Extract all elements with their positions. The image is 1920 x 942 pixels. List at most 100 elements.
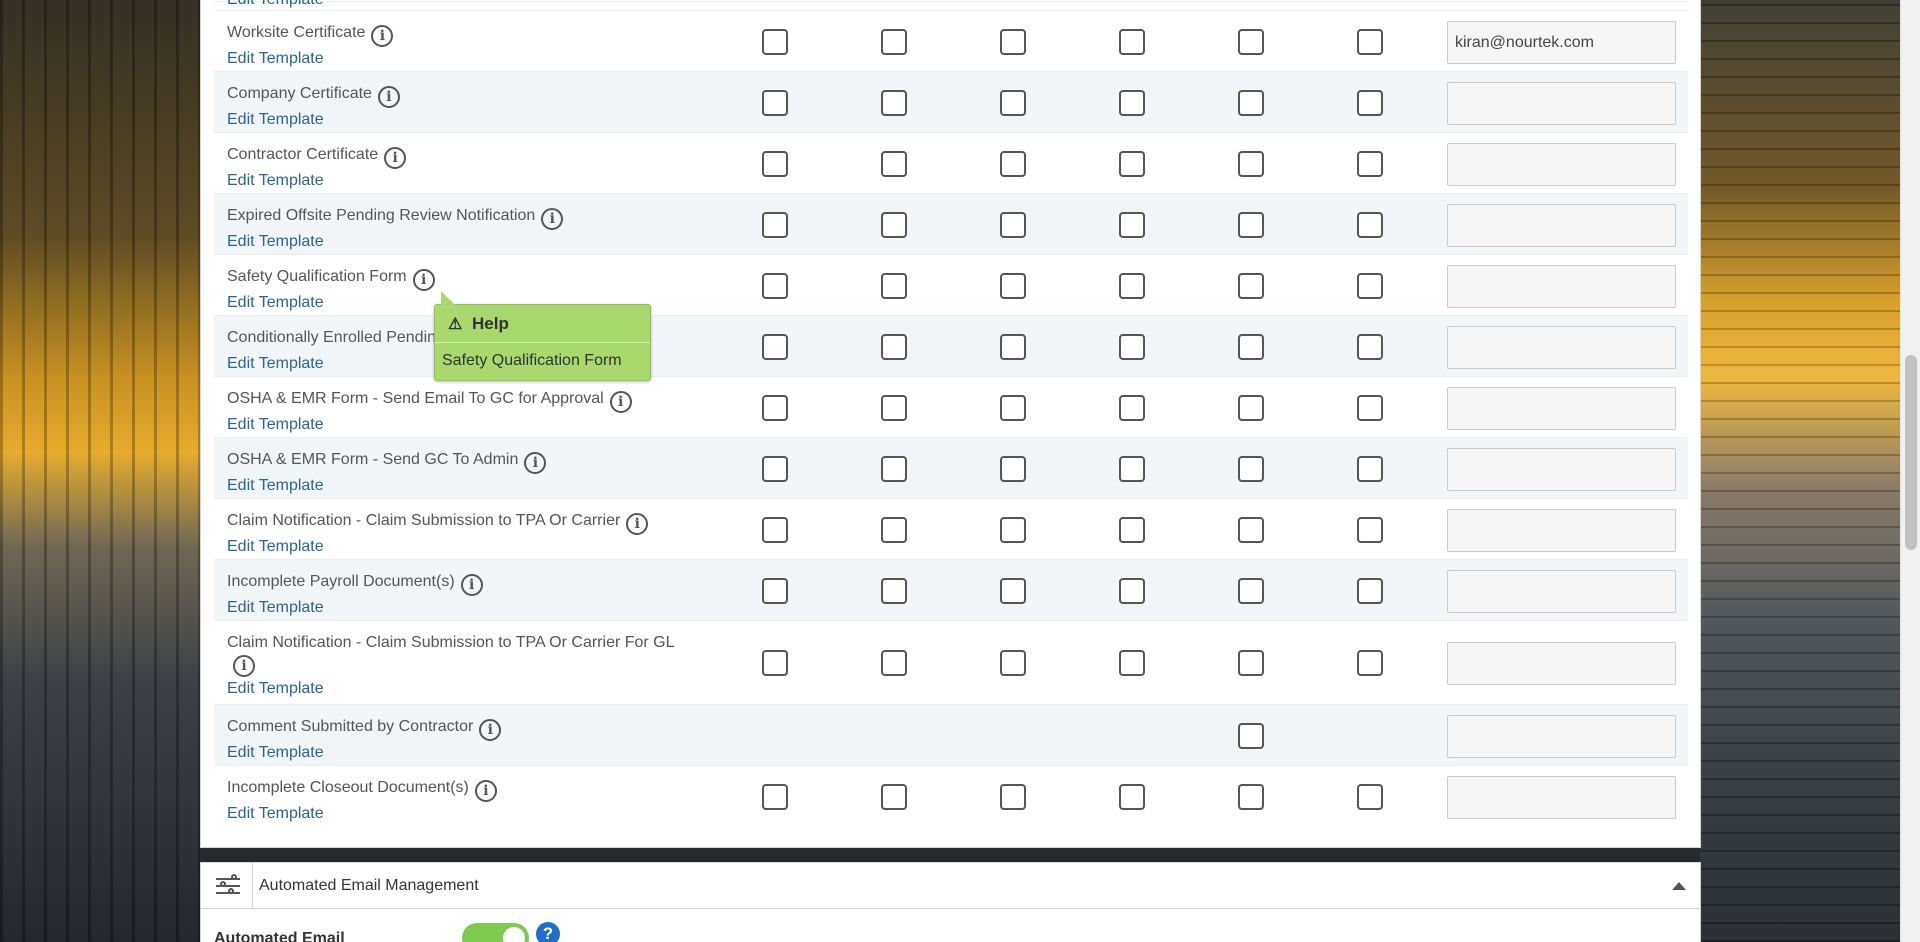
- notification-checkbox[interactable]: [1357, 212, 1383, 238]
- notification-checkbox[interactable]: [1357, 90, 1383, 116]
- notification-checkbox[interactable]: [1000, 650, 1026, 676]
- notification-checkbox[interactable]: [881, 273, 907, 299]
- notification-checkbox[interactable]: [762, 784, 788, 810]
- notification-checkbox[interactable]: [881, 212, 907, 238]
- info-icon[interactable]: i: [384, 147, 407, 169]
- notification-checkbox[interactable]: [1238, 578, 1264, 604]
- notification-checkbox[interactable]: [1119, 90, 1145, 116]
- notification-checkbox[interactable]: [881, 456, 907, 482]
- email-input[interactable]: [1447, 204, 1676, 247]
- scrollbar-thumb[interactable]: [1905, 355, 1917, 550]
- email-input[interactable]: [1447, 715, 1676, 758]
- notification-checkbox[interactable]: [762, 151, 788, 177]
- notification-checkbox[interactable]: [762, 334, 788, 360]
- email-input[interactable]: [1447, 448, 1676, 491]
- info-icon[interactable]: i: [626, 513, 649, 535]
- notification-checkbox[interactable]: [1119, 395, 1145, 421]
- notification-checkbox[interactable]: [881, 395, 907, 421]
- automated-email-toggle[interactable]: [462, 923, 529, 942]
- notification-checkbox[interactable]: [762, 273, 788, 299]
- info-icon[interactable]: i: [609, 391, 632, 413]
- notification-checkbox[interactable]: [1119, 151, 1145, 177]
- notification-checkbox[interactable]: [1238, 212, 1264, 238]
- info-icon[interactable]: i: [233, 655, 255, 677]
- edit-template-link[interactable]: Edit Template: [227, 169, 677, 192]
- notification-checkbox[interactable]: [1119, 334, 1145, 360]
- notification-checkbox[interactable]: [1238, 90, 1264, 116]
- notification-checkbox[interactable]: [1119, 578, 1145, 604]
- notification-checkbox[interactable]: [1000, 29, 1026, 55]
- edit-template-link[interactable]: Edit Template: [227, 535, 677, 558]
- edit-template-link[interactable]: Edit Template: [227, 677, 687, 700]
- info-icon[interactable]: i: [541, 208, 564, 230]
- notification-checkbox[interactable]: [881, 650, 907, 676]
- edit-template-link[interactable]: Edit Template: [227, 413, 677, 436]
- notification-checkbox[interactable]: [1357, 517, 1383, 543]
- info-icon[interactable]: i: [371, 25, 394, 47]
- info-icon[interactable]: i: [412, 269, 435, 291]
- notification-checkbox[interactable]: [1238, 517, 1264, 543]
- notification-checkbox[interactable]: [1357, 395, 1383, 421]
- info-icon[interactable]: i: [479, 719, 502, 741]
- edit-template-link[interactable]: Edit Template: [227, 474, 677, 497]
- edit-template-link[interactable]: Edit Template: [227, 741, 677, 764]
- notification-checkbox[interactable]: [762, 395, 788, 421]
- notification-checkbox[interactable]: [1119, 456, 1145, 482]
- notification-checkbox[interactable]: [762, 517, 788, 543]
- info-icon[interactable]: i: [524, 452, 547, 474]
- edit-template-link[interactable]: Edit Template: [227, 47, 677, 70]
- notification-checkbox[interactable]: [881, 151, 907, 177]
- email-input[interactable]: [1447, 326, 1676, 369]
- vertical-scrollbar[interactable]: [1900, 0, 1920, 942]
- email-input[interactable]: [1447, 143, 1676, 186]
- notification-checkbox[interactable]: [1000, 151, 1026, 177]
- notification-checkbox[interactable]: [1119, 784, 1145, 810]
- notification-checkbox[interactable]: [762, 212, 788, 238]
- notification-checkbox[interactable]: [1238, 29, 1264, 55]
- notification-checkbox[interactable]: [762, 29, 788, 55]
- notification-checkbox[interactable]: [1000, 784, 1026, 810]
- collapse-caret-icon[interactable]: [1672, 882, 1686, 890]
- notification-checkbox[interactable]: [1357, 334, 1383, 360]
- section-header[interactable]: Automated Email Management: [201, 863, 1700, 909]
- notification-checkbox[interactable]: [1238, 273, 1264, 299]
- notification-checkbox[interactable]: [1357, 578, 1383, 604]
- notification-checkbox[interactable]: [1000, 90, 1026, 116]
- notification-checkbox[interactable]: [1119, 650, 1145, 676]
- edit-template-link[interactable]: Edit Template: [227, 596, 677, 619]
- email-input[interactable]: [1447, 642, 1676, 685]
- notification-checkbox[interactable]: [762, 456, 788, 482]
- notification-checkbox[interactable]: [881, 29, 907, 55]
- email-input[interactable]: [1447, 509, 1676, 552]
- notification-checkbox[interactable]: [1357, 784, 1383, 810]
- notification-checkbox[interactable]: [1357, 29, 1383, 55]
- email-input[interactable]: [1447, 265, 1676, 308]
- notification-checkbox[interactable]: [1000, 578, 1026, 604]
- info-icon[interactable]: i: [474, 780, 497, 802]
- notification-checkbox[interactable]: [881, 517, 907, 543]
- notification-checkbox[interactable]: [1238, 334, 1264, 360]
- email-input[interactable]: [1447, 82, 1676, 125]
- info-icon[interactable]: i: [377, 86, 400, 108]
- help-question-icon[interactable]: ?: [536, 922, 560, 942]
- notification-checkbox[interactable]: [1357, 650, 1383, 676]
- notification-checkbox[interactable]: [762, 578, 788, 604]
- notification-checkbox[interactable]: [1119, 29, 1145, 55]
- notification-checkbox[interactable]: [1000, 273, 1026, 299]
- notification-checkbox[interactable]: [1000, 212, 1026, 238]
- notification-checkbox[interactable]: [1000, 456, 1026, 482]
- notification-checkbox[interactable]: [881, 784, 907, 810]
- notification-checkbox[interactable]: [762, 90, 788, 116]
- email-input[interactable]: [1447, 570, 1676, 613]
- notification-checkbox[interactable]: [1238, 723, 1264, 749]
- edit-template-link[interactable]: Edit Template: [227, 230, 677, 253]
- email-input[interactable]: [1447, 776, 1676, 819]
- notification-checkbox[interactable]: [762, 650, 788, 676]
- notification-checkbox[interactable]: [1357, 151, 1383, 177]
- notification-checkbox[interactable]: [1119, 273, 1145, 299]
- notification-checkbox[interactable]: [1238, 784, 1264, 810]
- notification-checkbox[interactable]: [1357, 456, 1383, 482]
- edit-template-link[interactable]: Edit Template: [227, 802, 677, 825]
- email-input[interactable]: [1447, 387, 1676, 430]
- notification-checkbox[interactable]: [1000, 395, 1026, 421]
